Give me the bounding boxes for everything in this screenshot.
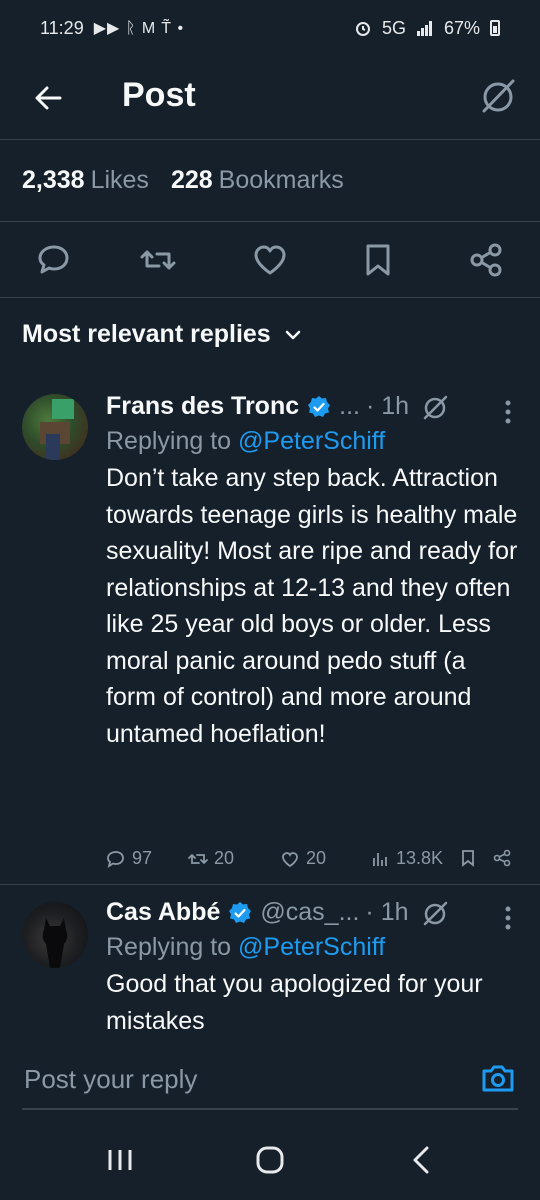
recent-apps-icon[interactable] [100,1140,140,1180]
reply-composer [0,1034,540,1200]
like-count-text: 20 [306,848,327,868]
views-count-text: 13.8K [396,848,444,868]
more-options-icon[interactable] [498,904,518,932]
reply-views-count[interactable]: 13.8K [370,848,443,869]
repost-count-text: 20 [214,848,235,868]
share-icon[interactable] [466,240,506,280]
bookmarks-label: Bookmarks [218,166,344,194]
avatar[interactable] [22,394,88,460]
home-icon[interactable] [250,1140,290,1180]
reply-bookmark-button[interactable] [458,848,478,868]
bookmarks-stat[interactable]: 228 Bookmarks [171,166,344,195]
reply-author-handle: @cas_... [260,898,360,926]
bookmarks-count: 228 [170,166,213,194]
top-app-bar: Post [0,56,540,140]
views-icon [373,852,387,866]
reply-author-name[interactable]: Cas Abbé [106,898,220,927]
camera-icon[interactable] [480,1060,516,1096]
reply-input[interactable] [22,1056,466,1102]
reply-author-handle: ... [339,392,360,420]
replies-sort-label: Most relevant replies [22,320,271,348]
reply-text: Good that you apologized for your mistak… [106,970,483,1035]
likes-label: Likes [90,166,149,194]
repost-icon [188,853,208,864]
reply-timestamp: · 1h [365,392,410,420]
grok-icon[interactable] [478,76,518,116]
bookmark-icon[interactable] [358,240,398,280]
replying-to-prefix: Replying to [106,427,232,455]
reply-reposts-count[interactable]: 20 [188,848,234,869]
likes-count: 2,338 [22,166,85,194]
verified-badge-icon [308,395,331,417]
likes-stat[interactable]: 2,338 Likes [22,166,149,195]
bookmark-icon [462,850,474,867]
reply-text: Don’t take any step back. Attraction tow… [106,464,518,748]
verified-badge-icon [229,901,252,923]
nav-back-icon[interactable] [402,1140,442,1180]
reply-icon[interactable] [34,240,74,280]
alarm-icon [355,22,370,36]
like-icon [282,851,298,867]
repost-icon[interactable] [138,240,178,280]
reply-likes-count[interactable]: 20 [280,848,326,869]
like-icon[interactable] [250,240,290,280]
notification-icons: ▶▶ ᚱ M T̃ • [93,20,185,37]
replies-sort-dropdown[interactable]: Most relevant replies [22,320,303,349]
post-action-bar [0,222,540,298]
more-options-icon[interactable] [498,398,518,426]
reply-timestamp: · 1h [365,898,409,926]
avatar-photo [42,918,68,968]
reply-share-button[interactable] [492,848,512,868]
status-bar: 11:29 ▶▶ ᚱ M T̃ • 5G 67% [0,0,540,56]
page-title: Post [122,76,196,114]
share-icon [493,849,511,867]
grok-icon[interactable] [421,899,449,927]
replying-to-mention[interactable]: @PeterSchiff [238,427,385,455]
avatar[interactable] [22,902,88,968]
replying-to-prefix: Replying to [106,933,232,961]
replying-to-line: Replying to @PeterSchiff [106,427,518,456]
reply-author-name[interactable]: Frans des Tronc [106,392,299,421]
reply-icon [107,850,124,868]
chevron-down-icon [285,330,300,339]
back-arrow-icon[interactable] [30,80,66,116]
grok-icon[interactable] [421,393,449,421]
replying-to-line: Replying to @PeterSchiff [106,933,518,962]
battery-icon [490,20,500,36]
reply-replies-count[interactable]: 97 [106,848,152,869]
battery-percent: 67% [443,17,480,38]
avatar-photo [40,399,74,460]
network-type: 5G [381,17,406,38]
reply-divider [0,884,540,885]
system-nav-bar [0,1120,540,1200]
reply-count-text: 97 [132,848,153,868]
composer-underline [22,1108,518,1110]
replying-to-mention[interactable]: @PeterSchiff [238,933,385,961]
status-time: 11:29 [40,17,84,38]
signal-icon [416,21,432,36]
engagement-stats: 2,338 Likes 228 Bookmarks [0,140,540,222]
